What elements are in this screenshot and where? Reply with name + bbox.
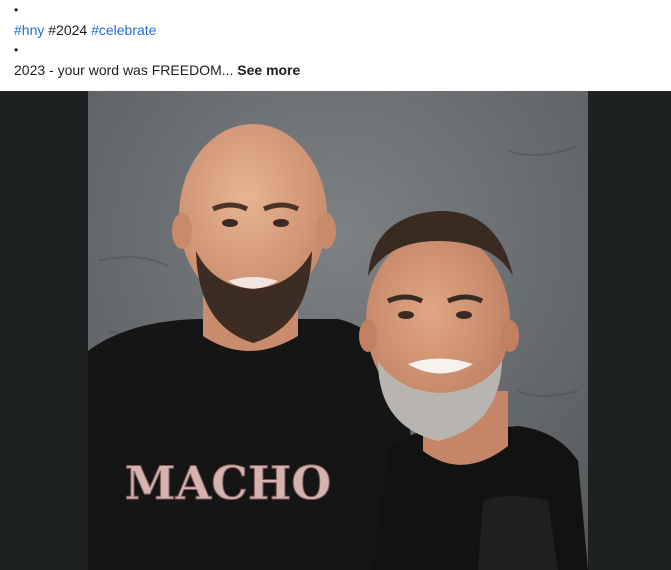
hashtag-2024-text: #2024 xyxy=(48,22,88,38)
post-photo[interactable]: MACHO xyxy=(88,91,588,570)
photo-illustration: MACHO xyxy=(88,91,588,570)
post-caption-line: 2023 - your word was FREEDOM... See more xyxy=(14,61,300,79)
bullet-1: • xyxy=(14,3,19,17)
bullet-2: • xyxy=(14,43,19,57)
post-media-container: MACHO xyxy=(0,91,671,570)
post-text-block: • #hny #2024 #celebrate • 2023 - your wo… xyxy=(0,0,671,91)
shirt-print-text: MACHO xyxy=(125,456,332,510)
see-more-button[interactable]: See more xyxy=(237,62,300,78)
post-caption: 2023 - your word was FREEDOM... xyxy=(14,62,234,78)
hashtag-line: #hny #2024 #celebrate xyxy=(14,21,156,39)
hashtag-celebrate-link[interactable]: #celebrate xyxy=(91,22,156,38)
hashtag-hny-link[interactable]: #hny xyxy=(14,22,44,38)
left-person-shirt xyxy=(88,319,418,570)
